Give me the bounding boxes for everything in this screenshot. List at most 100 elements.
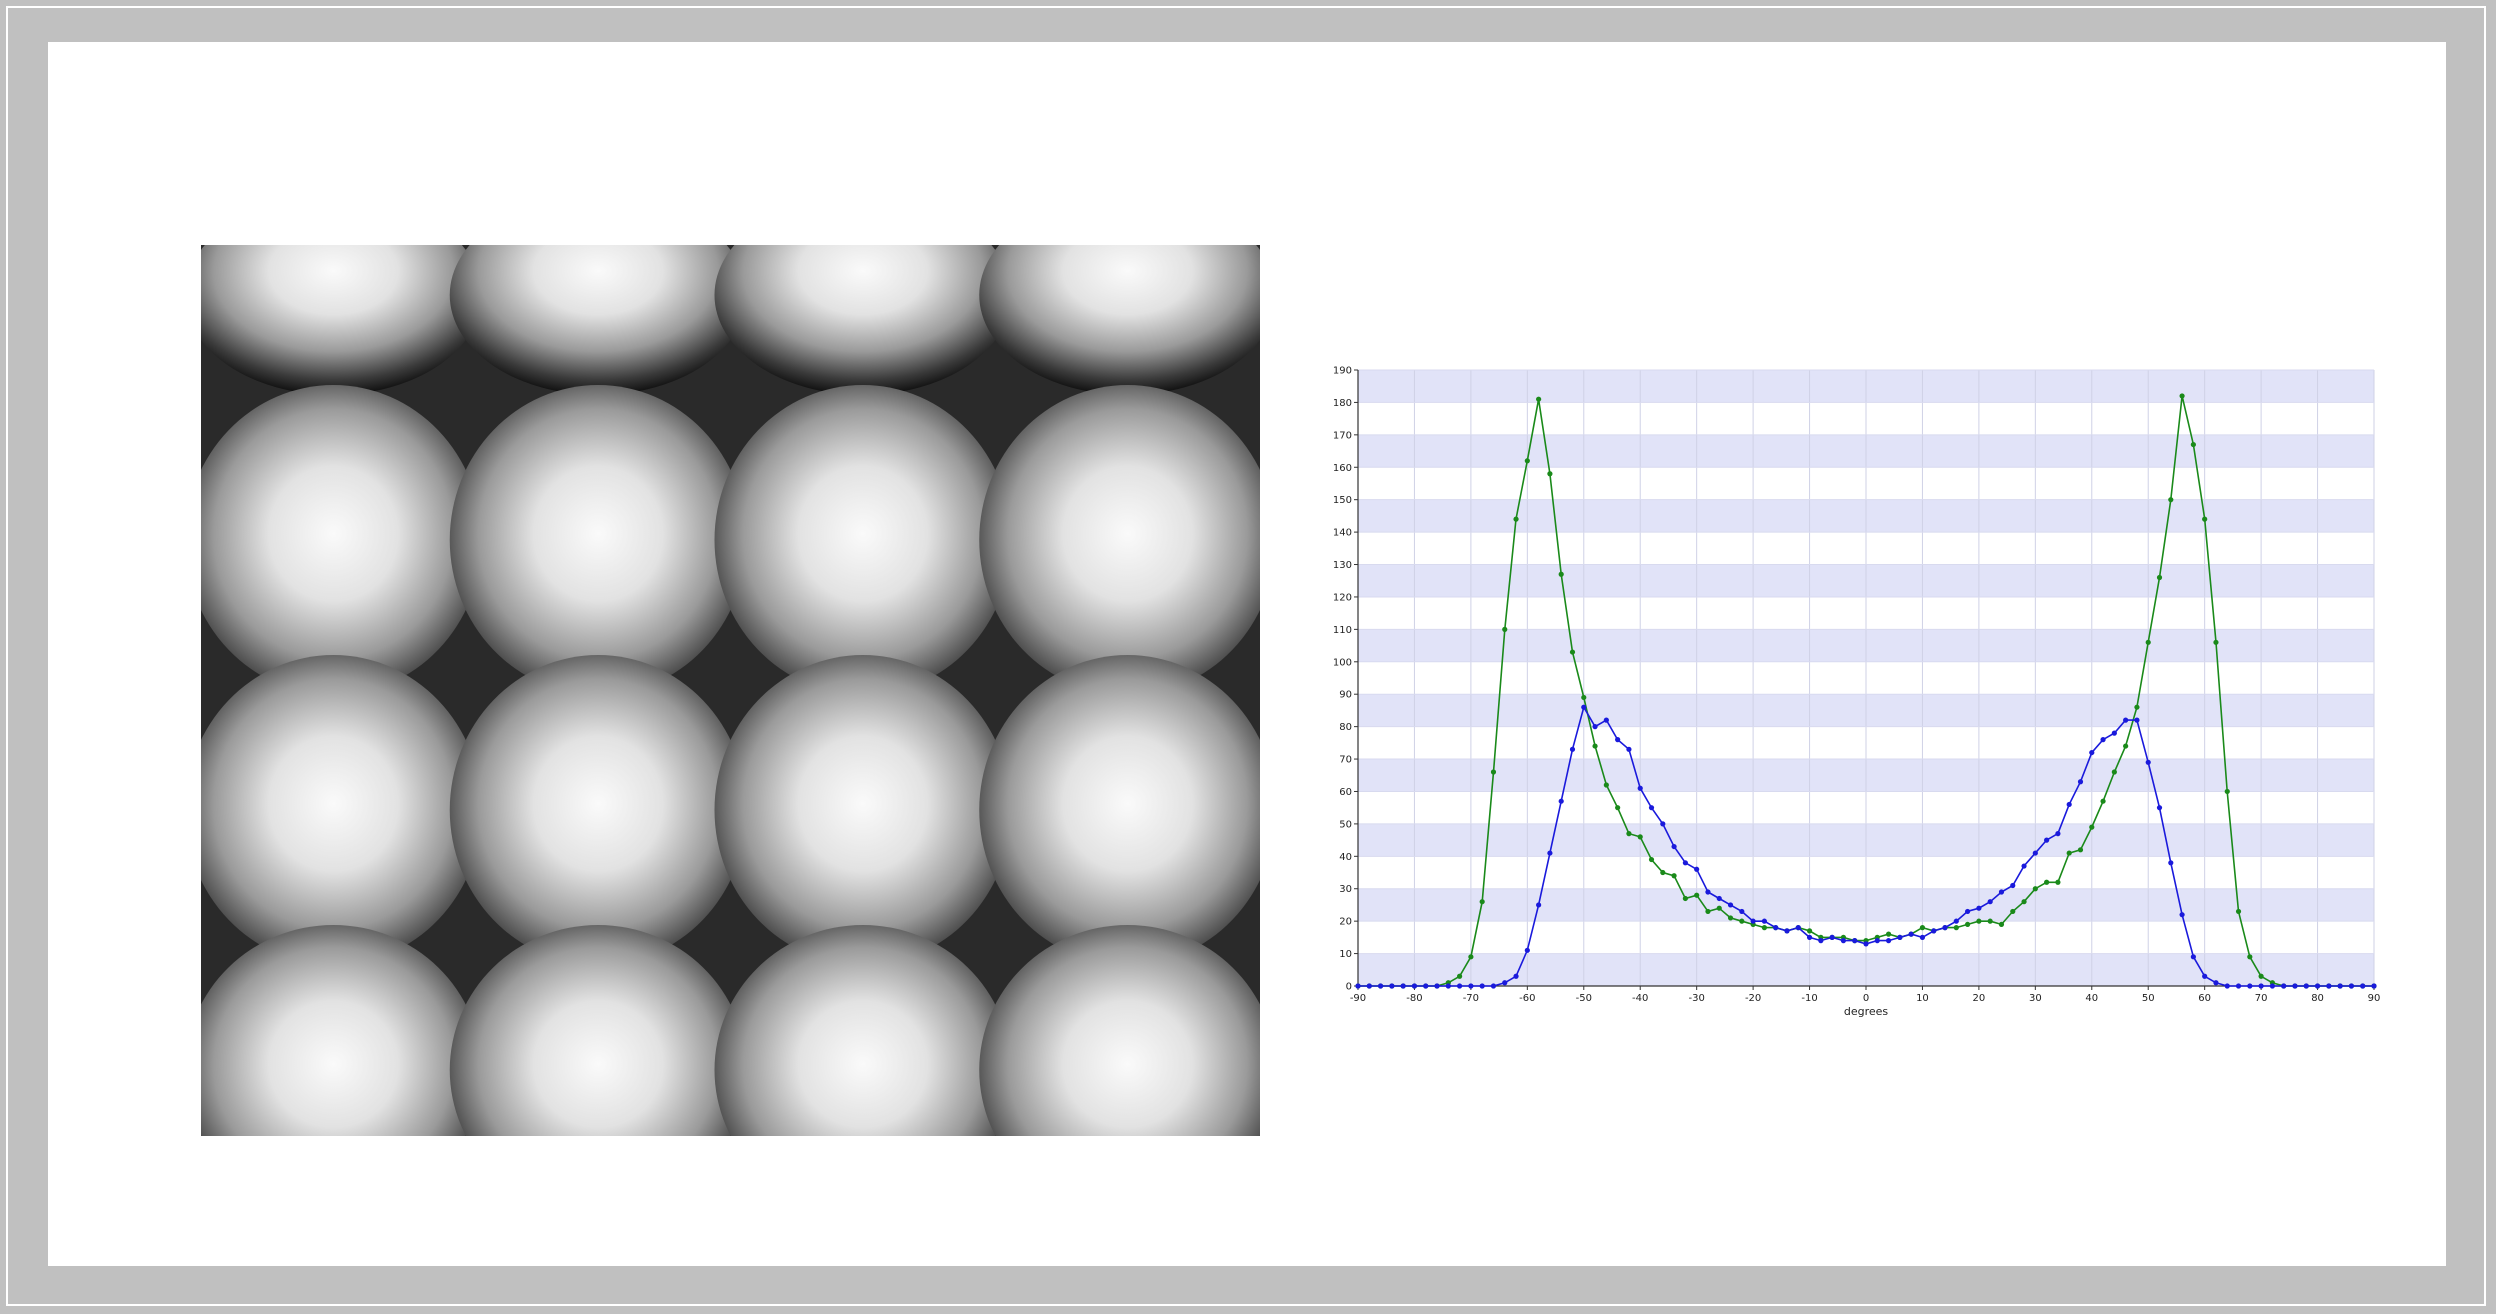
data-point-blue [1411,983,1418,989]
data-point-green [1705,908,1711,915]
pattern-blob [714,655,1012,965]
figure-canvas: 0 10 20 30 40 50 60 70 80 90 100 110 120 130 140 150 160… [48,42,2446,1266]
x-tick-labels: -90 -80 -70 -60 -50 -40 -30 -20 -10 0 10 20 30 40 50 60… [1350,986,2380,1004]
x-tick-label: -90 [1350,993,1366,1004]
data-point-green [2111,769,2117,775]
data-point-blue [2360,983,2366,989]
data-point-blue [2371,983,2377,989]
data-point-green [2247,954,2253,960]
pattern-blob [449,655,747,965]
x-tick-label: 50 [2142,993,2155,1004]
y-tick-label: 140 [1333,528,1352,539]
pattern-blob [449,385,747,695]
data-point-blue [1547,850,1553,856]
data-point-green [1987,918,1993,924]
data-point-green [1479,899,1485,905]
data-point-green [1682,895,1688,902]
y-tick-label: 60 [1339,787,1352,798]
data-point-blue [2032,850,2038,856]
data-point-green [1976,918,1982,924]
data-point-blue [1502,980,1508,986]
data-point-green [1502,626,1508,632]
x-axis-title: degrees [1844,1005,1889,1018]
y-tick-label: 170 [1333,430,1352,441]
data-point-blue [1615,737,1621,743]
data-point-green [1457,973,1463,979]
data-point-green [1569,649,1576,655]
data-point-green [2032,886,2038,892]
angle-distribution-chart: 0 10 20 30 40 50 60 70 80 90 100 110 120 130 140 150 160… [1318,358,2398,1048]
data-point-blue [2123,717,2129,723]
data-point-blue [2145,759,2151,765]
data-point-blue [1513,973,1519,979]
data-point-blue [2269,983,2275,989]
y-tick-labels: 0 10 20 30 40 50 60 70 80 90 100 110 120 130 140 150 160… [1333,366,1358,993]
data-point-green [2044,879,2050,885]
data-point-green [1727,915,1734,921]
data-point-blue [1987,899,1993,905]
data-point-green [2168,497,2174,503]
data-point-blue [2213,980,2219,986]
data-point-green [1468,954,1474,960]
data-point-blue [1908,931,1914,937]
data-point-blue [2314,983,2321,989]
data-point-blue [1457,983,1463,989]
data-point-green [1998,921,2005,928]
data-point-blue [1806,934,1813,940]
data-point-blue [1445,983,1451,989]
y-tick-label: 70 [1339,755,1352,766]
y-tick-label: 120 [1333,592,1352,603]
data-point-green [1626,831,1632,837]
data-point-green [2123,743,2129,749]
data-point-green [1716,905,1722,911]
x-tick-label: 60 [2198,993,2211,1004]
data-point-green [2190,441,2196,448]
data-point-green [1547,471,1553,477]
data-point-green [1761,925,1767,931]
data-point-green [2179,393,2185,399]
data-point-blue [1840,938,1847,944]
data-point-green [1660,869,1666,876]
data-point-blue [1739,908,1745,915]
data-point-green [2213,639,2219,645]
data-point-green [1637,834,1643,840]
x-tick-label: 80 [2311,993,2324,1004]
data-point-blue [1400,983,1406,989]
chart-svg: 0102030405060708090100110120130140150160… [1333,366,2380,1019]
y-tick-label: 180 [1333,398,1352,409]
data-point-blue [2044,837,2050,843]
data-point-blue [1784,928,1790,934]
data-point-blue [1761,918,1767,924]
data-point-blue [1885,938,1892,944]
data-point-blue [1524,947,1530,953]
data-point-blue [1366,983,1372,989]
x-tick-label: 10 [1916,993,1929,1004]
data-point-blue [1874,938,1880,944]
data-point-blue [2156,805,2163,811]
x-tick-label: -10 [1801,993,1817,1004]
data-point-green [2258,973,2264,979]
x-tick-label: -80 [1406,993,1422,1004]
data-point-blue [1863,941,1869,947]
data-point-green [2100,798,2106,804]
data-point-green [1558,571,1564,577]
x-tick-label: 30 [2029,993,2042,1004]
data-point-blue [1942,925,1948,931]
x-tick-label: -40 [1632,993,1648,1004]
data-point-green [2077,847,2084,853]
data-point-green [1919,925,1926,931]
data-point-green [2134,704,2140,710]
data-point-blue [1852,938,1858,944]
data-point-blue [2247,983,2253,989]
data-point-blue [1976,905,1982,911]
data-point-blue [1750,918,1756,924]
x-tick-label: -30 [1688,993,1704,1004]
data-point-green [2010,908,2016,915]
data-point-green [1490,769,1497,775]
data-point-blue [2168,860,2174,866]
x-tick-label: 70 [2255,993,2268,1004]
data-point-green [2235,908,2242,915]
x-tick-label: 0 [1863,993,1869,1004]
data-point-green [2202,516,2208,522]
data-point-blue [1536,902,1542,908]
